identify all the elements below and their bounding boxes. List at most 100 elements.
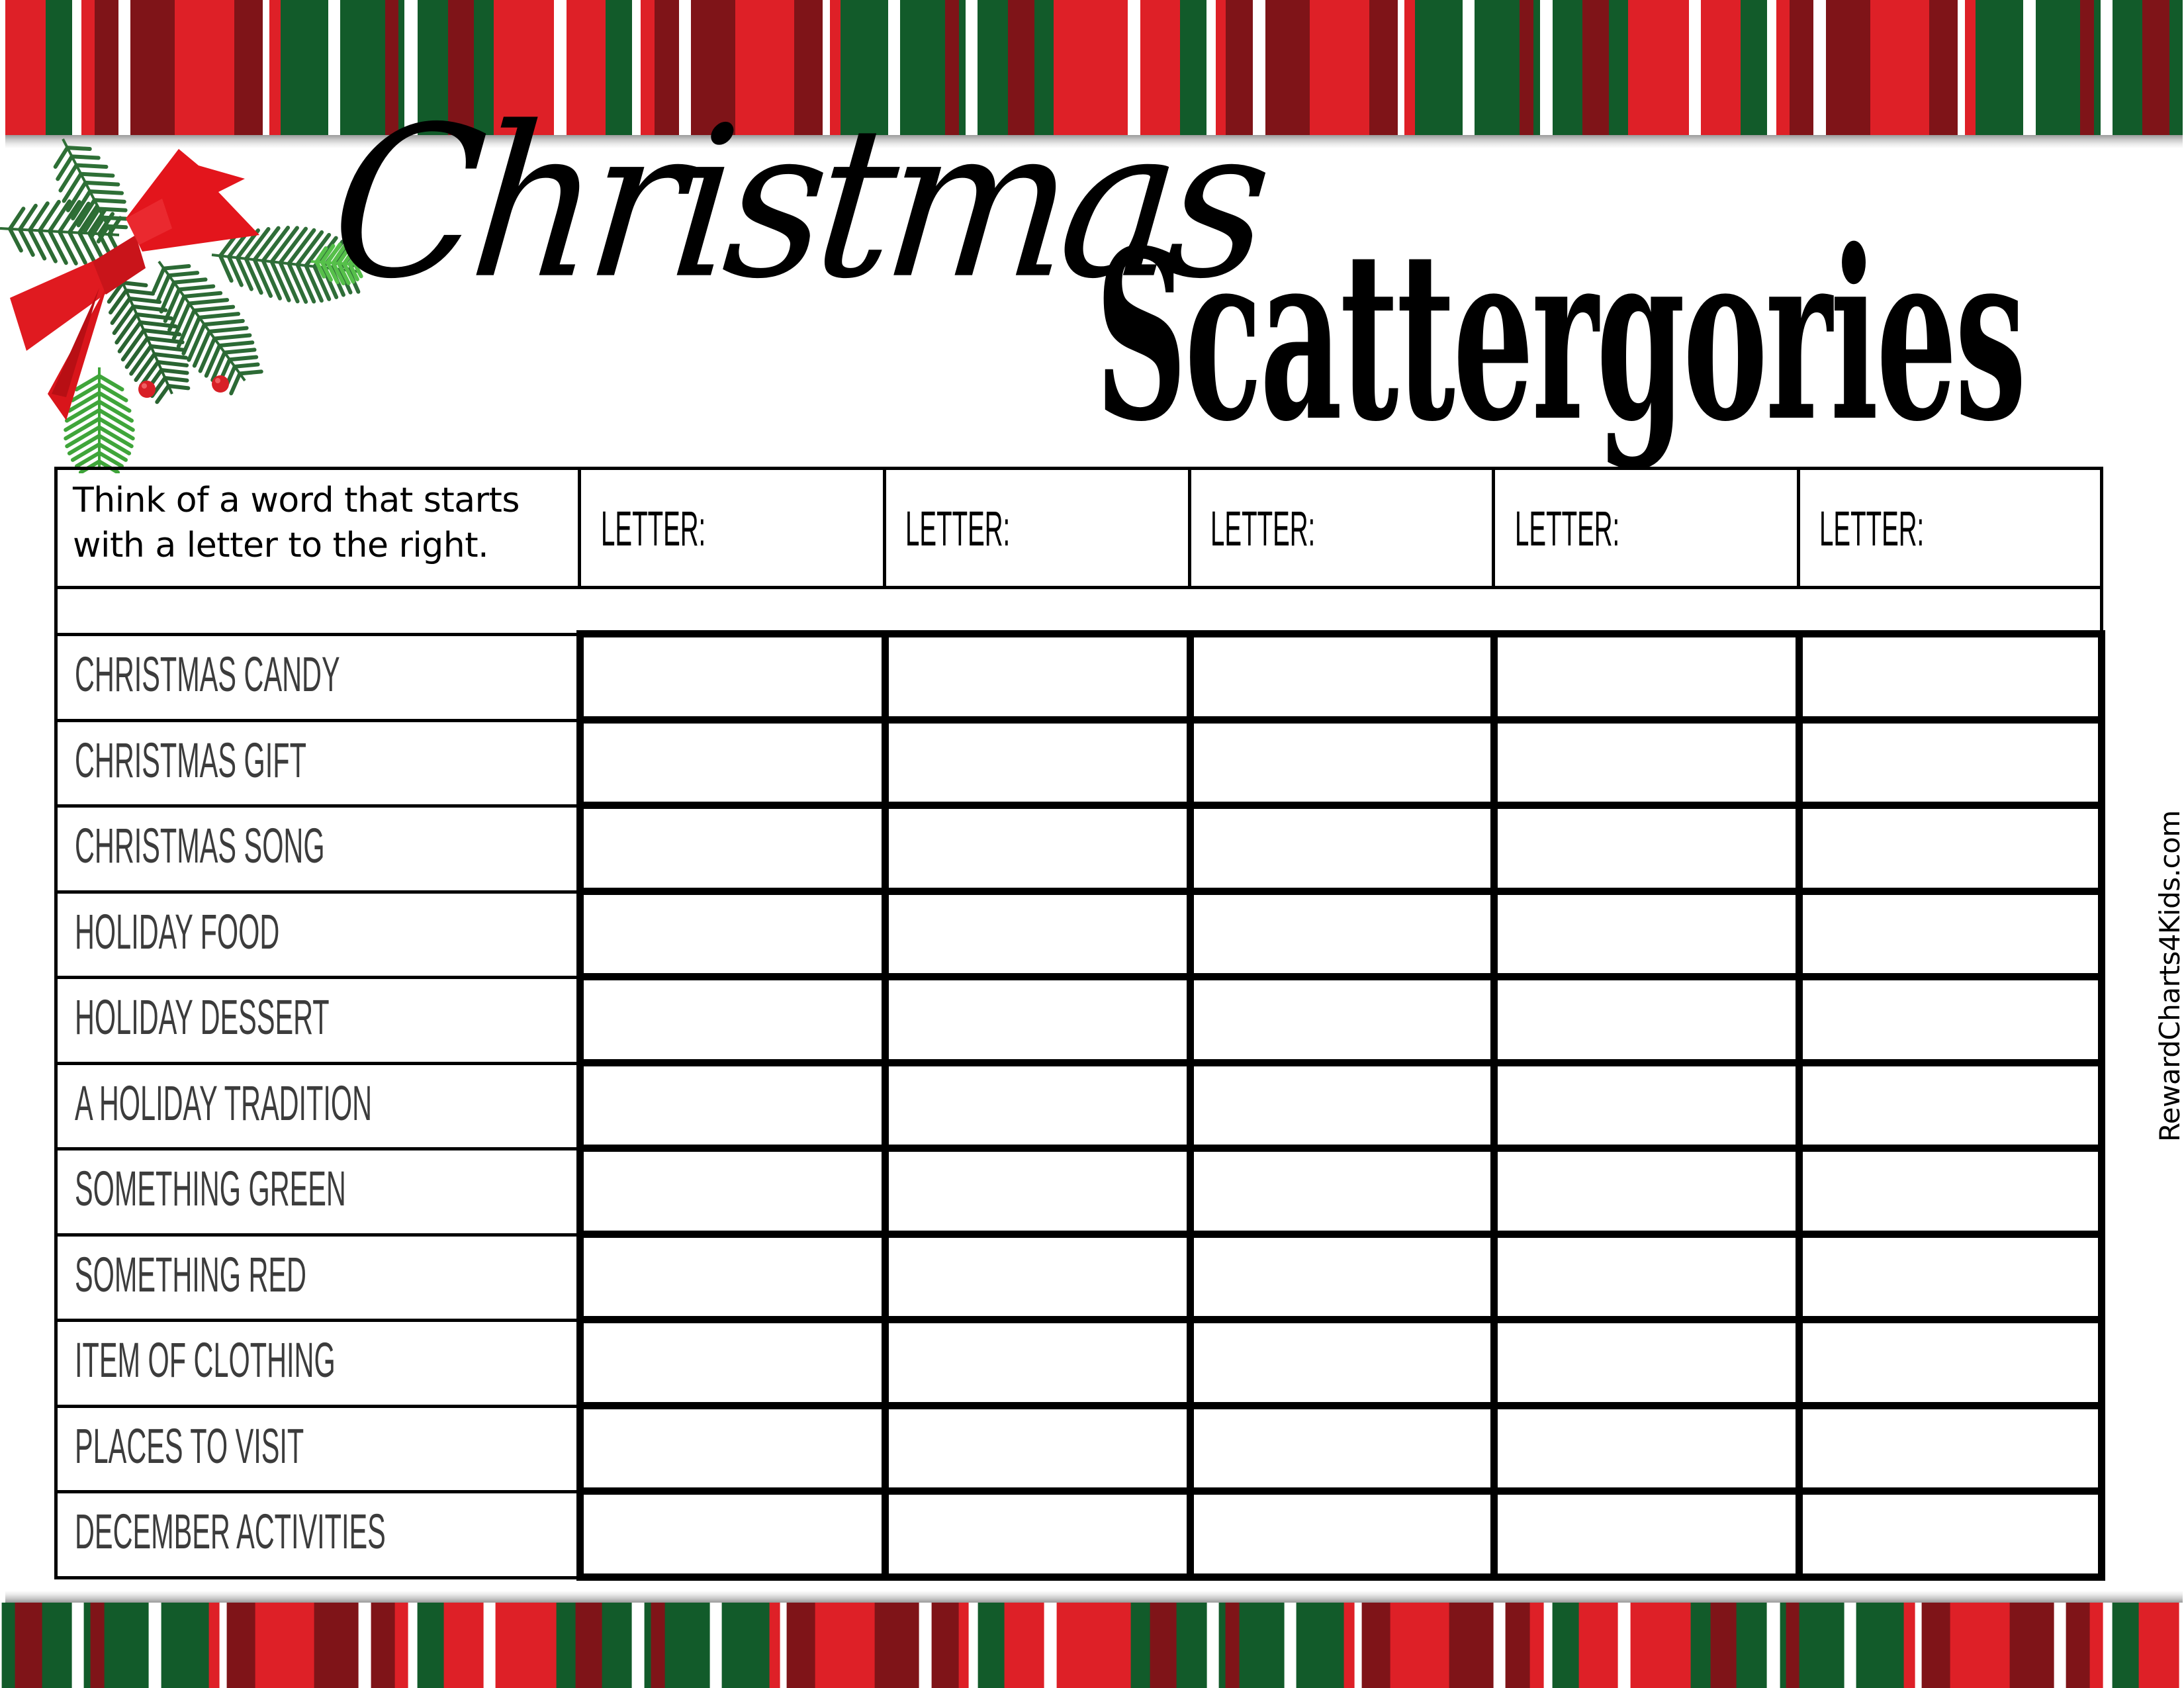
- answer-cell[interactable]: [1498, 724, 1796, 802]
- answer-cell[interactable]: [584, 1152, 882, 1231]
- category-label: HOLIDAY FOOD: [75, 904, 280, 959]
- label-row-divider: [54, 976, 577, 979]
- stripe: [1552, 1603, 1579, 1688]
- answer-cell[interactable]: [889, 980, 1187, 1059]
- answer-cell[interactable]: [889, 1495, 1187, 1573]
- stripe: [263, 0, 270, 135]
- stripe: [255, 1603, 314, 1688]
- watermark-text: RewardCharts4Kids.com: [2154, 810, 2184, 1142]
- answer-cell[interactable]: [1194, 1152, 1490, 1231]
- answer-cell[interactable]: [1194, 724, 1490, 802]
- answer-cell[interactable]: [889, 1152, 1187, 1231]
- stripe: [1449, 1603, 1494, 1688]
- pine-needle: [222, 348, 257, 355]
- stripe: [2138, 1603, 2179, 1688]
- answer-cell[interactable]: [1194, 895, 1490, 974]
- pine-needle: [87, 189, 124, 195]
- grid-row-line: [576, 888, 2105, 895]
- letter-header-3: LETTER:: [1210, 501, 1316, 556]
- answer-cell[interactable]: [1194, 809, 1490, 888]
- answer-cell[interactable]: [889, 724, 1187, 802]
- pine-needle: [171, 277, 208, 285]
- pine-needle: [161, 264, 191, 271]
- pine-needle: [128, 297, 162, 305]
- pine-needle: [217, 340, 255, 348]
- pine-needle: [232, 362, 260, 369]
- stripe: [1790, 0, 1814, 135]
- stripe: [1404, 0, 1416, 135]
- stripe: [83, 1603, 91, 1688]
- answer-cell[interactable]: [1194, 980, 1490, 1059]
- answer-cell[interactable]: [584, 1323, 882, 1402]
- stripe: [1799, 1603, 1844, 1688]
- answer-cell[interactable]: [1194, 1409, 1490, 1488]
- answer-cell[interactable]: [1498, 1066, 1796, 1145]
- answer-cell[interactable]: [1498, 637, 1796, 716]
- instructions-line-1: Think of a word that starts: [73, 481, 520, 520]
- answer-cell[interactable]: [1498, 1495, 1796, 1573]
- stripe: [408, 1603, 418, 1688]
- category-label: HOLIDAY DESSERT: [75, 990, 330, 1045]
- answer-cell[interactable]: [1498, 809, 1796, 888]
- stripe: [118, 0, 131, 135]
- stripe: [556, 1603, 576, 1688]
- category-label: SOMETHING GREEN: [75, 1161, 346, 1216]
- answer-cell[interactable]: [584, 637, 882, 716]
- stripe: [0, 0, 6, 135]
- answer-cell[interactable]: [584, 1238, 882, 1317]
- answer-cell[interactable]: [889, 1323, 1187, 1402]
- answer-cell[interactable]: [1803, 1495, 2098, 1573]
- answer-cell[interactable]: [584, 1495, 882, 1573]
- answer-cell[interactable]: [1803, 724, 2098, 802]
- answer-cell[interactable]: [1498, 1323, 1796, 1402]
- answer-cell[interactable]: [1194, 1323, 1490, 1402]
- answer-cell[interactable]: [584, 809, 882, 888]
- answer-cell[interactable]: [1498, 1409, 1796, 1488]
- answer-cell[interactable]: [1803, 980, 2098, 1059]
- pine-needle: [97, 207, 128, 212]
- answer-cell[interactable]: [1803, 1152, 2098, 1231]
- answer-cell[interactable]: [1803, 1066, 2098, 1145]
- answer-cell[interactable]: [1498, 1152, 1796, 1231]
- pine-needle: [152, 352, 188, 360]
- answer-cell[interactable]: [889, 809, 1187, 888]
- answer-cell[interactable]: [1803, 1409, 2098, 1488]
- answer-cell[interactable]: [1194, 1495, 1490, 1573]
- stripe: [1390, 1603, 1449, 1688]
- answer-cell[interactable]: [1803, 637, 2098, 716]
- stripe: [2112, 1603, 2139, 1688]
- bottom-striped-border: [0, 1603, 2184, 1688]
- answer-cell[interactable]: [584, 980, 882, 1059]
- answer-cell[interactable]: [1194, 1066, 1490, 1145]
- stripe: [1609, 0, 1629, 135]
- answer-cell[interactable]: [584, 895, 882, 974]
- answer-cell[interactable]: [1194, 1238, 1490, 1317]
- answer-cell[interactable]: [584, 1066, 882, 1145]
- answer-cell[interactable]: [1803, 809, 2098, 888]
- answer-cell[interactable]: [889, 1066, 1187, 1145]
- category-label: DECEMBER ACTIVITIES: [75, 1504, 386, 1559]
- answer-cell[interactable]: [584, 724, 882, 802]
- answer-cell[interactable]: [889, 637, 1187, 716]
- pine-needle: [70, 382, 101, 402]
- answer-cell[interactable]: [1803, 895, 2098, 974]
- pine-needle: [177, 284, 216, 292]
- stripe: [234, 0, 263, 135]
- answer-cell[interactable]: [1498, 980, 1796, 1059]
- answer-cell[interactable]: [1194, 637, 1490, 716]
- pine-needle: [166, 384, 191, 391]
- answer-cell[interactable]: [584, 1409, 882, 1488]
- title-scattergories: Scattergories: [1095, 199, 2026, 473]
- answer-cell[interactable]: [1498, 895, 1796, 974]
- instructions-line-2: with a letter to the right.: [73, 526, 489, 565]
- answer-cell[interactable]: [889, 1409, 1187, 1488]
- answer-cell[interactable]: [889, 895, 1187, 974]
- answer-cell[interactable]: [1498, 1238, 1796, 1317]
- stripe: [2089, 1603, 2103, 1688]
- answer-cell[interactable]: [1803, 1323, 2098, 1402]
- answer-cell[interactable]: [1803, 1238, 2098, 1317]
- stripe: [1130, 1603, 1150, 1688]
- answer-cell[interactable]: [889, 1238, 1187, 1317]
- pine-needle: [38, 199, 61, 233]
- stripe: [874, 1603, 919, 1688]
